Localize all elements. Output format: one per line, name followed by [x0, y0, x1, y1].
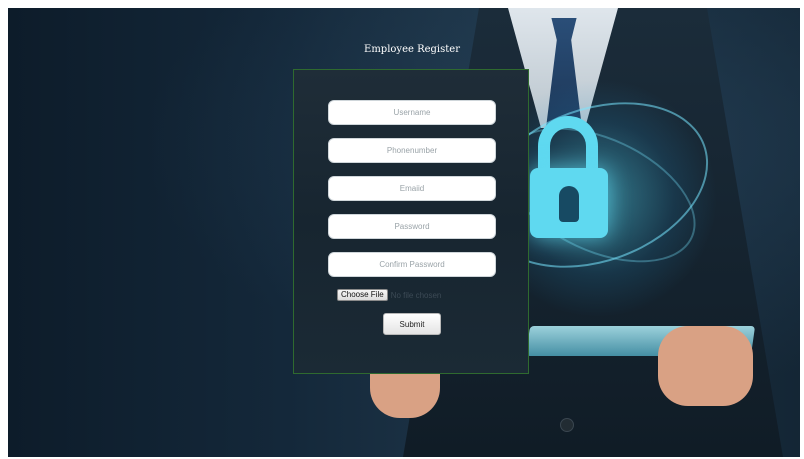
page-title: Employee Register [364, 44, 460, 55]
background-button [560, 418, 574, 432]
file-status-text: No file chosen [390, 290, 442, 300]
username-input[interactable] [328, 100, 496, 125]
email-input[interactable] [328, 176, 496, 201]
confirm-password-input[interactable] [328, 252, 496, 277]
register-form-panel: Choose File No file chosen Submit [293, 69, 529, 374]
submit-button[interactable]: Submit [383, 313, 441, 335]
password-input[interactable] [328, 214, 496, 239]
phonenumber-input[interactable] [328, 138, 496, 163]
background-hand-right [658, 326, 753, 406]
file-upload-row: Choose File No file chosen [337, 289, 441, 301]
lock-keyhole-icon [559, 186, 579, 222]
choose-file-button[interactable]: Choose File [337, 289, 388, 301]
